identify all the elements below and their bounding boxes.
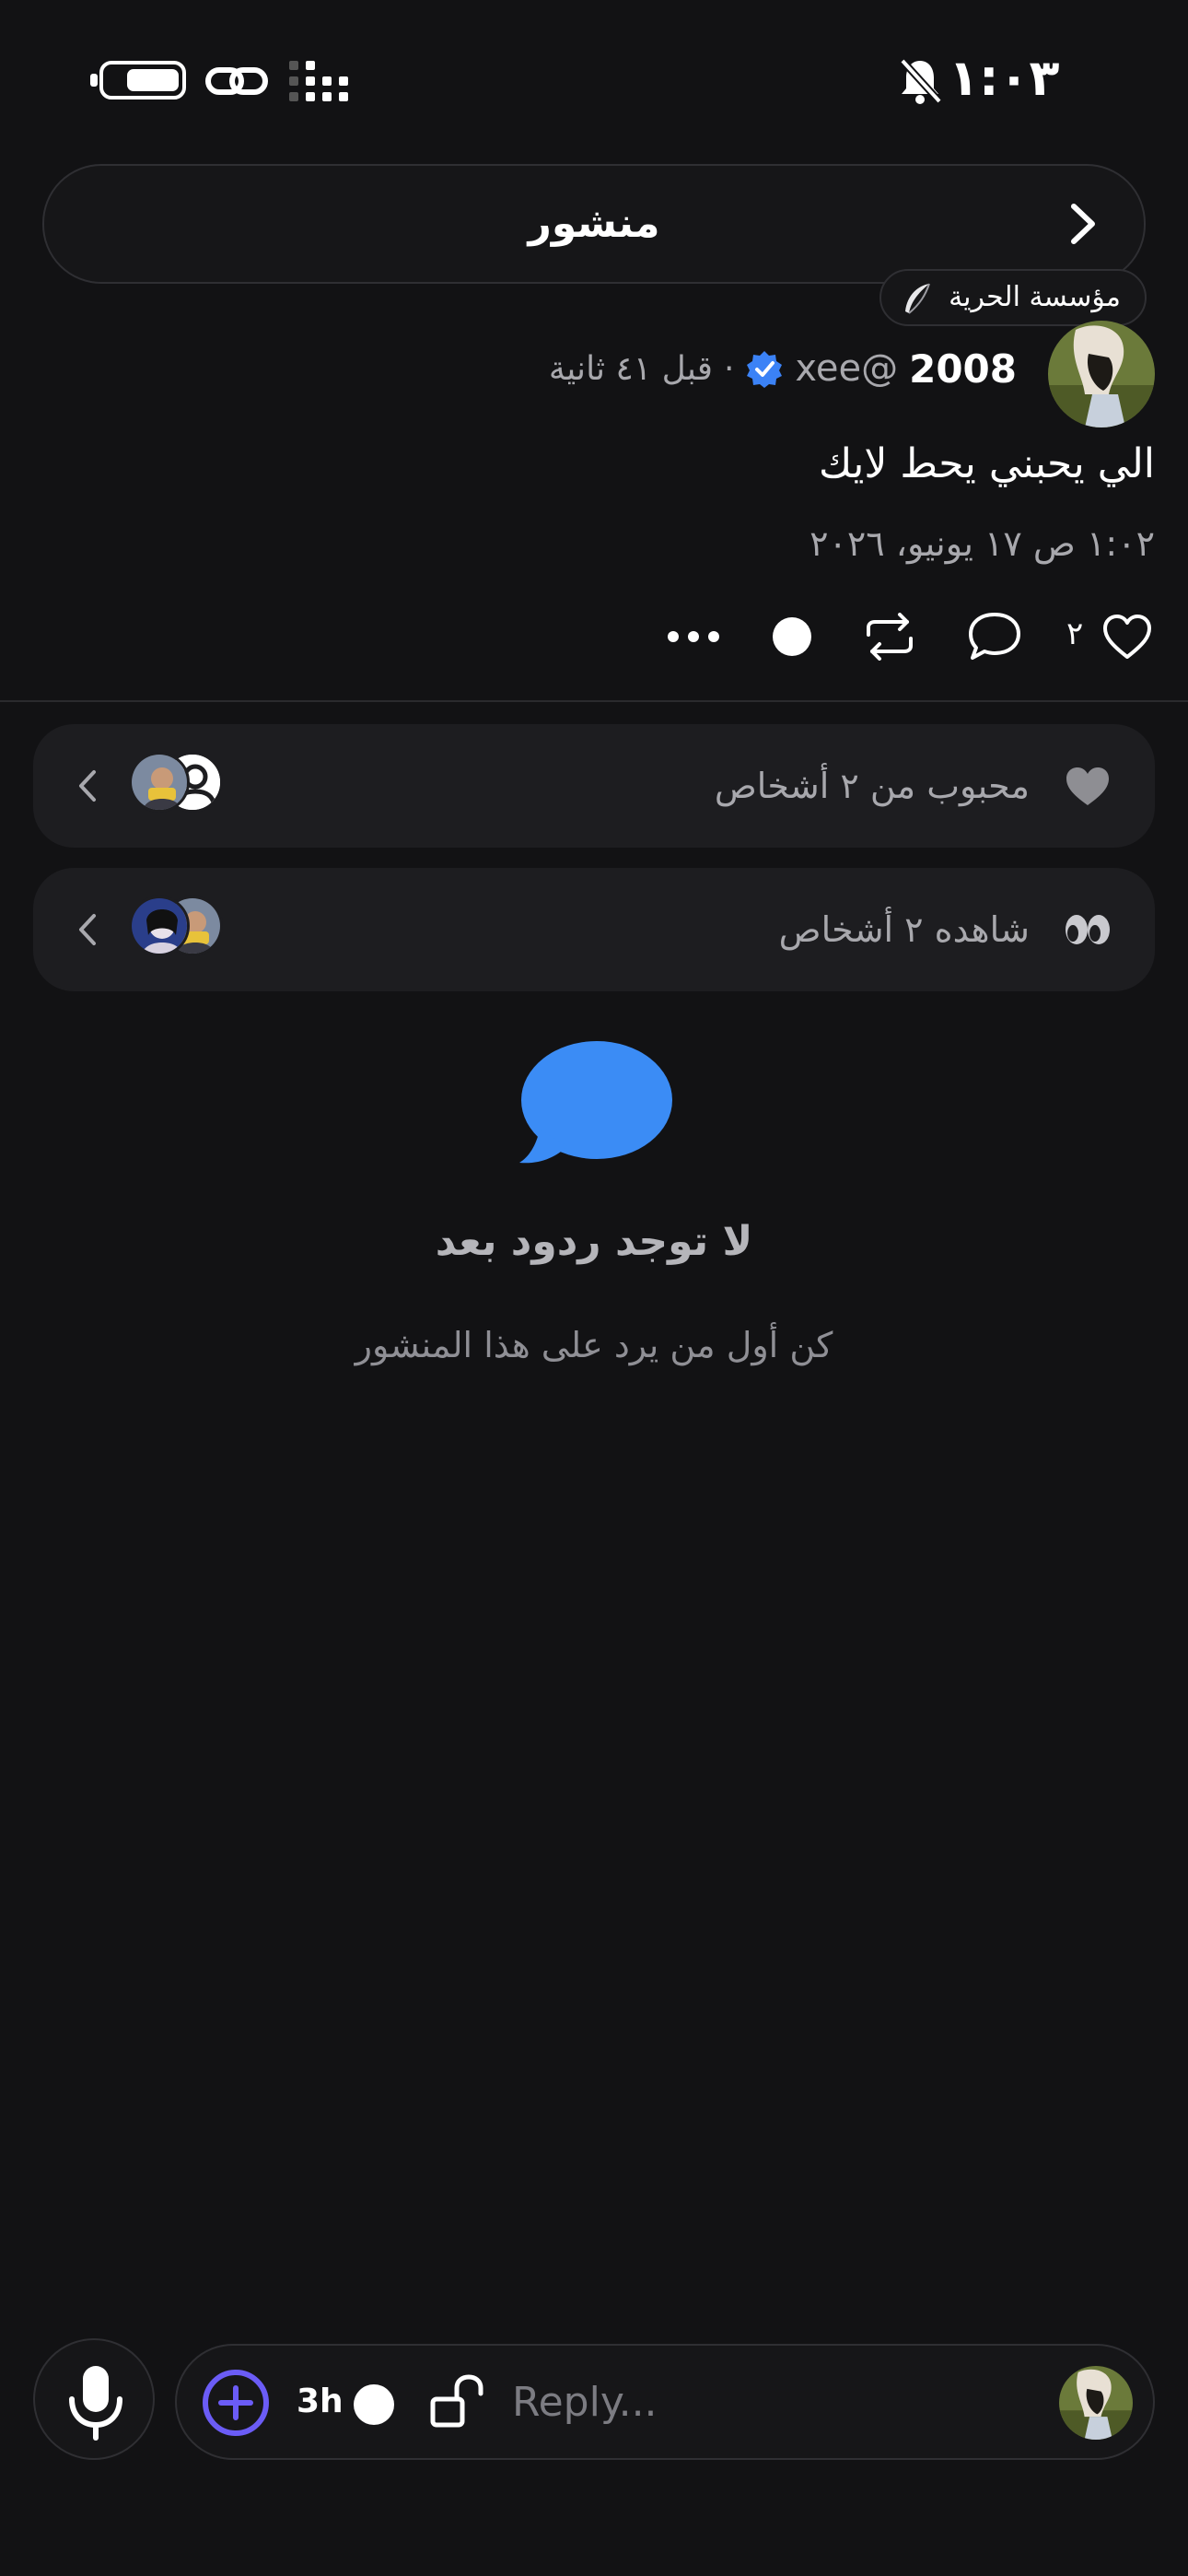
reply-composer: 3h — [175, 2344, 1155, 2460]
repost-icon — [867, 613, 913, 661]
heart-icon — [1103, 615, 1151, 659]
viewed-by-avatars — [129, 896, 258, 962]
like-count: ٢ — [1066, 615, 1084, 652]
more-button[interactable] — [661, 604, 726, 669]
dot-icon[interactable] — [354, 2384, 394, 2425]
duration-label[interactable]: 3h — [297, 2346, 344, 2458]
eyes-icon — [1066, 915, 1110, 944]
divider — [0, 700, 1188, 702]
page-title: منشور — [528, 200, 660, 247]
liked-by-row[interactable]: محبوب من ٢ أشخاص — [33, 724, 1155, 848]
org-badge[interactable]: مؤسسة الحرية — [879, 269, 1147, 326]
avatar — [1059, 2366, 1133, 2440]
unlock-icon[interactable] — [427, 2371, 486, 2430]
avatar — [129, 752, 190, 813]
dot-icon — [773, 617, 811, 656]
avatar — [129, 896, 190, 956]
username-handle[interactable]: @xee — [795, 347, 898, 390]
empty-state-subtitle: كن أول من يرد على هذا المنشور — [355, 1325, 833, 1365]
feather-icon — [905, 283, 930, 314]
message-bubble-icon — [519, 1041, 672, 1164]
status-bar: ١:٠٣ — [0, 0, 1188, 157]
display-name[interactable]: 2008 — [909, 346, 1017, 392]
like-button[interactable] — [1098, 604, 1157, 669]
chevron-left-icon — [79, 914, 96, 945]
reply-input[interactable] — [512, 2364, 991, 2440]
verified-badge-icon — [747, 351, 783, 388]
post-timestamp: ١:٠٢ ص ١٧ يونيو، ٢٠٢٦ — [809, 523, 1155, 564]
liked-by-avatars — [129, 752, 258, 818]
plus-icon[interactable] — [201, 2368, 271, 2438]
battery-icon — [90, 61, 186, 100]
mic-button[interactable] — [33, 2338, 155, 2460]
post-time-ago: قبل ٤١ ثانية — [548, 349, 713, 388]
header-bar: منشور — [42, 164, 1146, 284]
status-time: ١:٠٣ — [949, 49, 1060, 107]
empty-state-title: لا توجد ردود بعد — [435, 1218, 753, 1265]
separator-dot: · — [723, 349, 735, 388]
link-icon — [205, 67, 268, 95]
reply-button[interactable] — [965, 604, 1024, 669]
chevron-left-icon — [79, 770, 96, 802]
post-actions — [0, 604, 1188, 669]
signal-icon — [289, 61, 348, 101]
more-icon — [668, 631, 719, 642]
viewed-by-label: شاهده ٢ أشخاص — [778, 909, 1030, 950]
bell-off-icon — [900, 58, 941, 104]
comment-icon — [969, 613, 1020, 660]
avatar[interactable] — [1048, 321, 1155, 427]
chevron-icon[interactable] — [1057, 199, 1107, 249]
repost-button[interactable] — [860, 604, 919, 669]
viewed-by-row[interactable]: شاهده ٢ أشخاص — [33, 868, 1155, 991]
org-badge-label: مؤسسة الحرية — [949, 281, 1121, 313]
post-meta: 2008 @xee · قبل ٤١ ثانية — [549, 341, 1017, 396]
post-content: الي يحبني يحط لايك — [819, 440, 1155, 487]
liked-by-label: محبوب من ٢ أشخاص — [714, 766, 1030, 806]
heart-icon — [1066, 767, 1109, 805]
microphone-icon — [69, 2366, 122, 2441]
status-dot-button[interactable] — [764, 604, 820, 669]
